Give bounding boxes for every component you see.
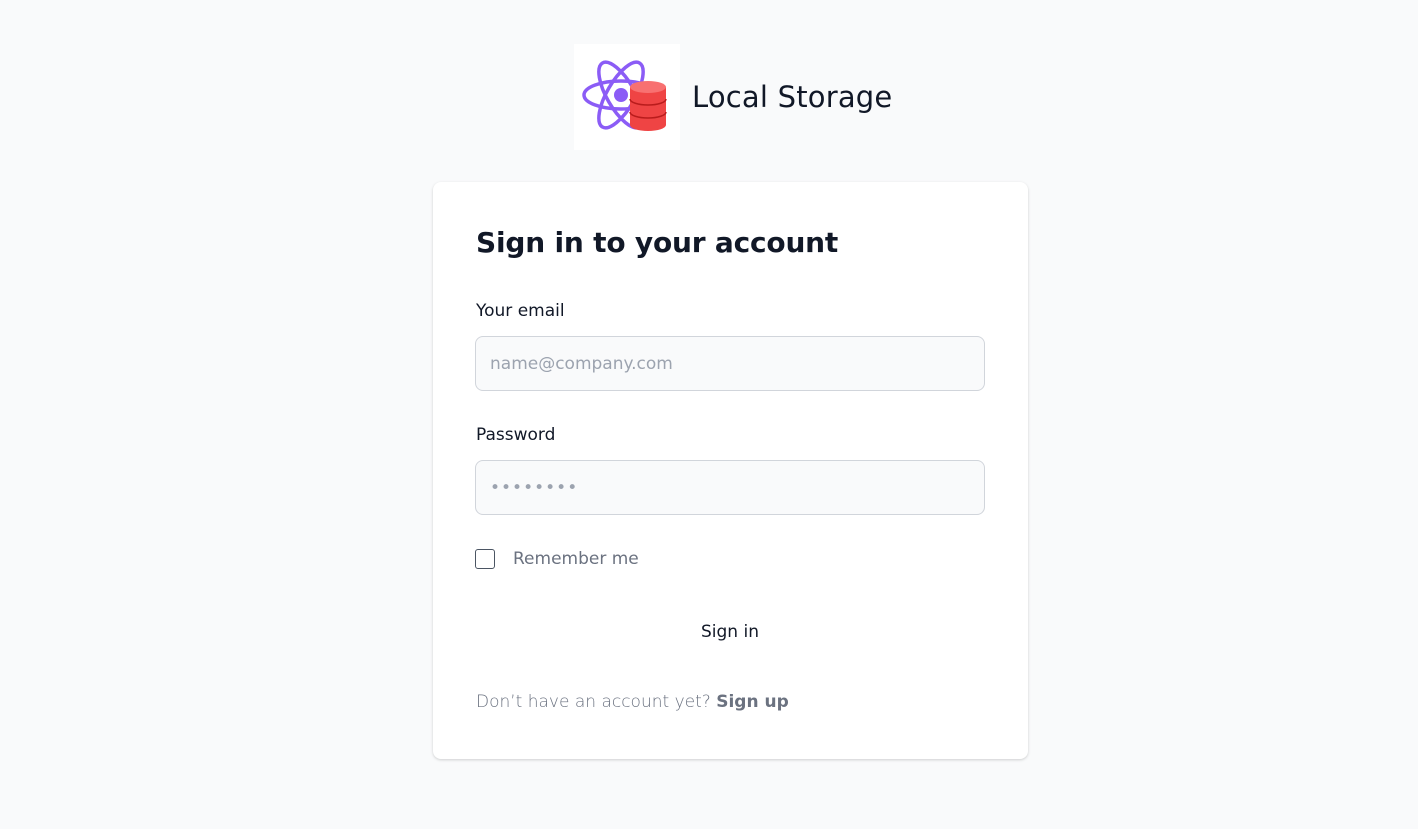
signup-prompt-row: Don’t have an account yet? Sign up (476, 692, 789, 712)
signup-prompt: Don’t have an account yet? (476, 692, 711, 712)
email-field[interactable] (475, 336, 985, 391)
sign-up-link[interactable]: Sign up (716, 692, 789, 712)
password-field[interactable] (475, 460, 985, 515)
brand-name: Local Storage (692, 80, 893, 114)
remember-me-checkbox[interactable] (475, 549, 495, 569)
form-title: Sign in to your account (476, 226, 839, 259)
sign-in-button[interactable]: Sign in (475, 607, 985, 657)
login-page: Local Storage Sign in to your account Yo… (0, 0, 1418, 829)
sign-in-card: Sign in to your account Your email Passw… (433, 182, 1028, 759)
react-database-icon (574, 44, 680, 150)
email-label: Your email (476, 301, 565, 321)
remember-me-label: Remember me (513, 549, 639, 569)
password-label: Password (476, 425, 556, 445)
brand-header: Local Storage (574, 44, 892, 150)
remember-me: Remember me (475, 549, 639, 569)
